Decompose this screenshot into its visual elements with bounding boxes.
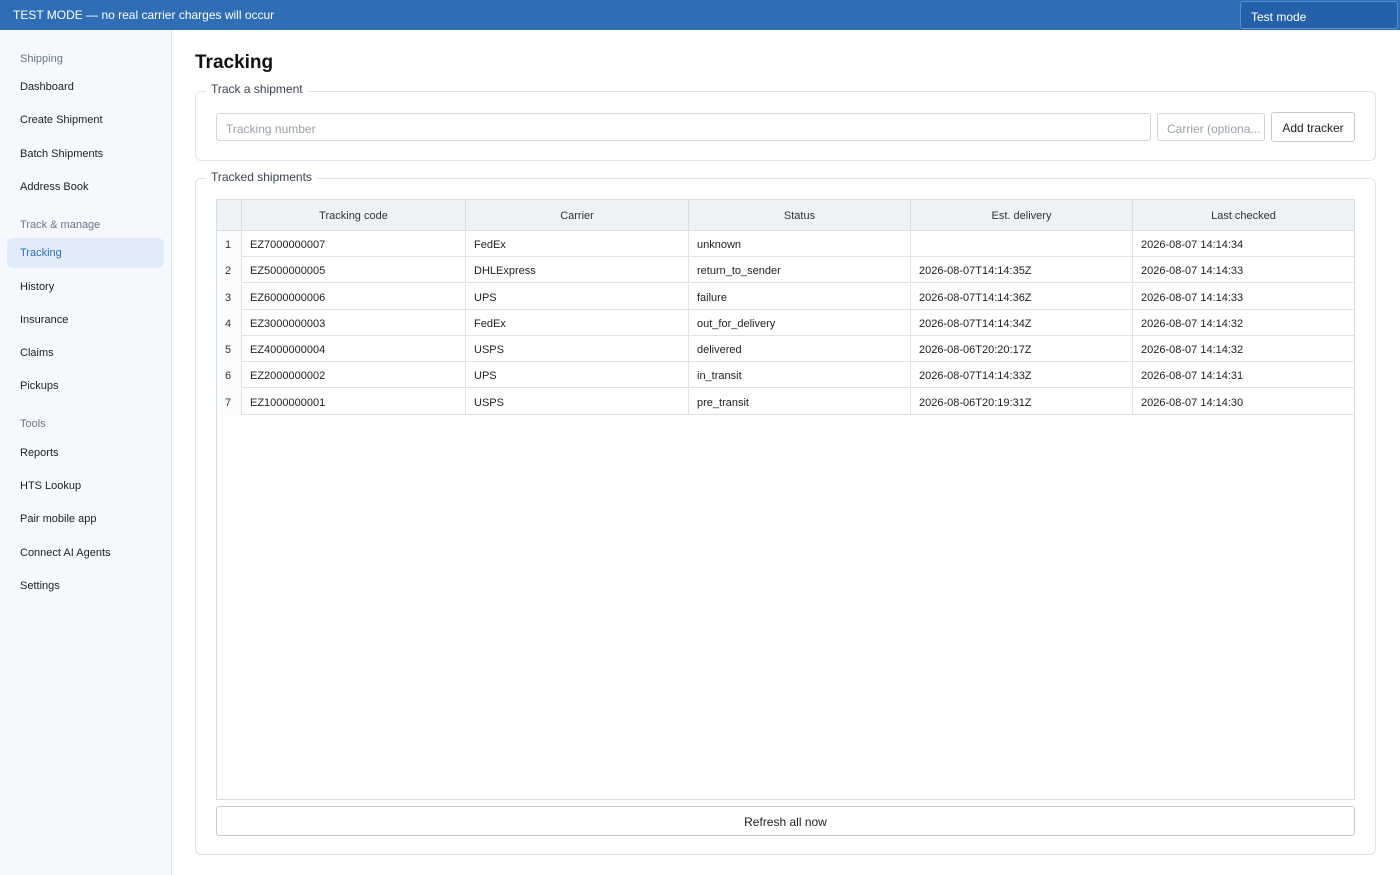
nav-group-tools: Tools bbox=[20, 418, 46, 430]
cell-status: out_for_delivery bbox=[688, 310, 910, 336]
cell-carrier: FedEx bbox=[465, 310, 688, 336]
nav-group-shipping: Shipping bbox=[20, 53, 63, 65]
column-header-tracking-code[interactable]: Tracking code bbox=[241, 200, 465, 231]
track-shipment-legend: Track a shipment bbox=[206, 82, 308, 96]
carrier-input[interactable]: Carrier (optiona... bbox=[1157, 113, 1265, 141]
cell-last-checked: 2026-08-07 14:14:31 bbox=[1132, 362, 1354, 388]
table-row[interactable]: 5 EZ4000000004 USPS delivered 2026-08-06… bbox=[217, 336, 1354, 362]
cell-last-checked: 2026-08-07 14:14:33 bbox=[1132, 284, 1354, 310]
column-header-status[interactable]: Status bbox=[688, 200, 910, 231]
test-mode-banner-text: TEST MODE — no real carrier charges will… bbox=[13, 8, 275, 22]
sidebar-item-claims[interactable]: Claims bbox=[7, 338, 164, 368]
add-tracker-button[interactable]: Add tracker bbox=[1271, 112, 1355, 142]
cell-est-delivery: 2026-08-07T14:14:35Z bbox=[910, 257, 1132, 283]
sidebar-item-tracking[interactable]: Tracking bbox=[7, 238, 164, 268]
row-number: 6 bbox=[217, 362, 241, 388]
tracking-number-input[interactable]: Tracking number bbox=[216, 113, 1151, 141]
cell-status: pre_transit bbox=[688, 389, 910, 415]
cell-carrier: FedEx bbox=[465, 231, 688, 257]
mode-select[interactable]: Test mode bbox=[1240, 1, 1398, 29]
sidebar-item-history[interactable]: History bbox=[7, 272, 164, 302]
cell-tracking-code: EZ2000000002 bbox=[241, 362, 465, 388]
cell-est-delivery: 2026-08-06T20:19:31Z bbox=[910, 389, 1132, 415]
row-number: 5 bbox=[217, 336, 241, 362]
sidebar-item-hts-lookup[interactable]: HTS Lookup bbox=[7, 471, 164, 501]
test-mode-banner: TEST MODE — no real carrier charges will… bbox=[0, 0, 1400, 30]
sidebar-item-pickups[interactable]: Pickups bbox=[7, 371, 164, 401]
cell-last-checked: 2026-08-07 14:14:30 bbox=[1132, 389, 1354, 415]
column-header-est-delivery[interactable]: Est. delivery bbox=[910, 200, 1132, 231]
cell-tracking-code: EZ5000000005 bbox=[241, 257, 465, 283]
cell-status: delivered bbox=[688, 336, 910, 362]
tracked-shipments-legend: Tracked shipments bbox=[206, 170, 317, 184]
sidebar-item-settings[interactable]: Settings bbox=[7, 571, 164, 601]
table-row[interactable]: 2 EZ5000000005 DHLExpress return_to_send… bbox=[217, 257, 1354, 283]
cell-tracking-code: EZ3000000003 bbox=[241, 310, 465, 336]
cell-carrier: USPS bbox=[465, 389, 688, 415]
column-header-carrier[interactable]: Carrier bbox=[465, 200, 688, 231]
cell-tracking-code: EZ7000000007 bbox=[241, 231, 465, 257]
row-number: 3 bbox=[217, 284, 241, 310]
cell-status: in_transit bbox=[688, 362, 910, 388]
cell-est-delivery bbox=[910, 231, 1132, 257]
table-row[interactable]: 4 EZ3000000003 FedEx out_for_delivery 20… bbox=[217, 310, 1354, 336]
page-title: Tracking bbox=[195, 52, 274, 73]
cell-est-delivery: 2026-08-07T14:14:36Z bbox=[910, 284, 1132, 310]
table-header: Tracking code Carrier Status Est. delive… bbox=[217, 200, 1354, 231]
cell-carrier: USPS bbox=[465, 336, 688, 362]
column-header-last-checked[interactable]: Last checked bbox=[1132, 200, 1354, 231]
row-number: 2 bbox=[217, 257, 241, 283]
cell-est-delivery: 2026-08-07T14:14:34Z bbox=[910, 310, 1132, 336]
row-number: 1 bbox=[217, 231, 241, 257]
nav-group-track-manage: Track & manage bbox=[20, 219, 101, 231]
cell-tracking-code: EZ1000000001 bbox=[241, 389, 465, 415]
tracked-shipments-table: Tracking code Carrier Status Est. delive… bbox=[216, 199, 1355, 800]
sidebar-item-pair-mobile-app[interactable]: Pair mobile app bbox=[7, 504, 164, 534]
cell-status: unknown bbox=[688, 231, 910, 257]
cell-last-checked: 2026-08-07 14:14:33 bbox=[1132, 257, 1354, 283]
cell-est-delivery: 2026-08-07T14:14:33Z bbox=[910, 362, 1132, 388]
sidebar-item-connect-ai-agents[interactable]: Connect AI Agents bbox=[7, 538, 164, 568]
cell-carrier: UPS bbox=[465, 284, 688, 310]
table-row[interactable]: 6 EZ2000000002 UPS in_transit 2026-08-07… bbox=[217, 362, 1354, 388]
sidebar-item-dashboard[interactable]: Dashboard bbox=[7, 72, 164, 102]
cell-last-checked: 2026-08-07 14:14:34 bbox=[1132, 231, 1354, 257]
cell-last-checked: 2026-08-07 14:14:32 bbox=[1132, 336, 1354, 362]
sidebar-item-insurance[interactable]: Insurance bbox=[7, 305, 164, 335]
refresh-all-button[interactable]: Refresh all now bbox=[216, 806, 1355, 836]
cell-tracking-code: EZ6000000006 bbox=[241, 284, 465, 310]
sidebar-item-batch-shipments[interactable]: Batch Shipments bbox=[7, 139, 164, 169]
table-row[interactable]: 3 EZ6000000006 UPS failure 2026-08-07T14… bbox=[217, 284, 1354, 310]
cell-est-delivery: 2026-08-06T20:20:17Z bbox=[910, 336, 1132, 362]
cell-tracking-code: EZ4000000004 bbox=[241, 336, 465, 362]
table-row[interactable]: 7 EZ1000000001 USPS pre_transit 2026-08-… bbox=[217, 389, 1354, 415]
row-number: 4 bbox=[217, 310, 241, 336]
sidebar-item-address-book[interactable]: Address Book bbox=[7, 172, 164, 202]
cell-status: return_to_sender bbox=[688, 257, 910, 283]
row-number: 7 bbox=[217, 389, 241, 415]
cell-status: failure bbox=[688, 284, 910, 310]
cell-carrier: UPS bbox=[465, 362, 688, 388]
table-row[interactable]: 1 EZ7000000007 FedEx unknown 2026-08-07 … bbox=[217, 231, 1354, 257]
cell-carrier: DHLExpress bbox=[465, 257, 688, 283]
cell-last-checked: 2026-08-07 14:14:32 bbox=[1132, 310, 1354, 336]
sidebar-item-create-shipment[interactable]: Create Shipment bbox=[7, 105, 164, 135]
sidebar: Shipping Dashboard Create Shipment Batch… bbox=[0, 30, 172, 875]
sidebar-item-reports[interactable]: Reports bbox=[7, 438, 164, 468]
